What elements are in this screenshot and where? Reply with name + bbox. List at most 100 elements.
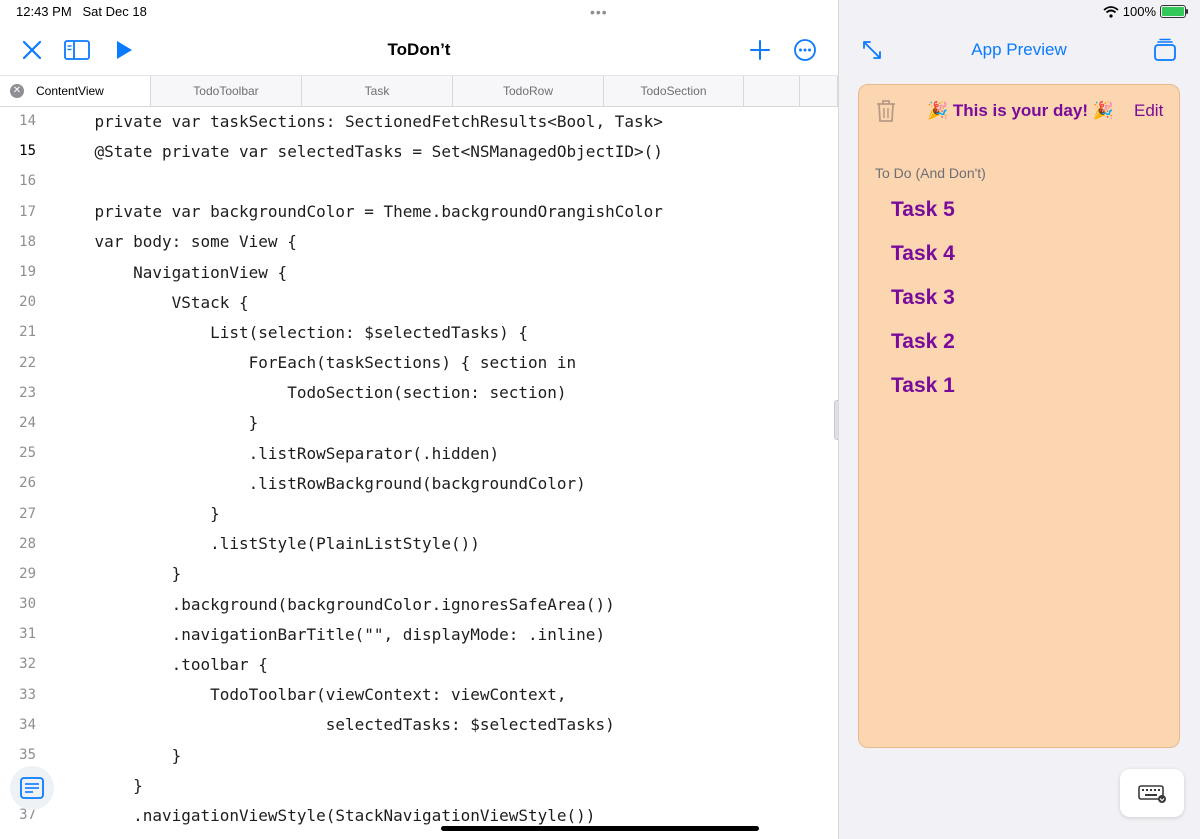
- code-line[interactable]: 29 }: [0, 559, 838, 589]
- code-text[interactable]: NavigationView {: [36, 263, 287, 282]
- code-line[interactable]: 36 }: [0, 770, 838, 800]
- line-number: 14: [19, 113, 36, 130]
- code-line[interactable]: 28 .listStyle(PlainListStyle()): [0, 529, 838, 559]
- code-text[interactable]: private var backgroundColor = Theme.back…: [36, 202, 663, 221]
- status-time: 12:43 PM Sat Dec 18: [16, 4, 147, 19]
- app-preview-card: 🎉 This is your day! 🎉 Edit To Do (And Do…: [858, 84, 1180, 748]
- code-line[interactable]: 21 List(selection: $selectedTasks) {: [0, 317, 838, 347]
- code-line[interactable]: 14 private var taskSections: SectionedFe…: [0, 106, 838, 136]
- code-text[interactable]: .listStyle(PlainListStyle()): [36, 534, 480, 553]
- more-options-icon[interactable]: [790, 36, 820, 64]
- line-number: 16: [19, 173, 36, 190]
- line-number: 35: [19, 747, 36, 764]
- line-number: 32: [19, 656, 36, 673]
- code-line[interactable]: 19 NavigationView {: [0, 257, 838, 287]
- status-right: 100%: [1103, 4, 1188, 19]
- code-text[interactable]: }: [36, 564, 182, 583]
- tab-todosection[interactable]: TodoSection: [604, 76, 744, 106]
- code-line[interactable]: 33 TodoToolbar(viewContext: viewContext,: [0, 680, 838, 710]
- document-title: ToDon’t: [387, 40, 451, 59]
- code-line[interactable]: 24 }: [0, 408, 838, 438]
- code-line[interactable]: 18 var body: some View {: [0, 227, 838, 257]
- tab-empty[interactable]: [800, 76, 838, 106]
- task-row[interactable]: Task 5: [891, 198, 955, 222]
- code-text[interactable]: }: [36, 746, 182, 765]
- battery-icon: [1160, 5, 1188, 18]
- code-line[interactable]: 17 private var backgroundColor = Theme.b…: [0, 197, 838, 227]
- code-line[interactable]: 26 .listRowBackground(backgroundColor): [0, 468, 838, 498]
- line-number: 18: [19, 233, 36, 250]
- code-editor[interactable]: 14 private var taskSections: SectionedFe…: [0, 106, 838, 831]
- code-line[interactable]: 27 }: [0, 498, 838, 528]
- line-number: 34: [19, 716, 36, 733]
- code-line[interactable]: 15 @State private var selectedTasks = Se…: [0, 136, 838, 166]
- preview-title: App Preview: [971, 40, 1067, 59]
- code-line[interactable]: 34 selectedTasks: $selectedTasks): [0, 710, 838, 740]
- line-number: 25: [19, 445, 36, 462]
- file-tabs: ✕ ContentView TodoToolbar Task TodoRow T…: [0, 75, 838, 107]
- code-line[interactable]: 35 }: [0, 740, 838, 770]
- code-text[interactable]: VStack {: [36, 293, 249, 312]
- line-number: 22: [19, 354, 36, 371]
- code-text[interactable]: ForEach(taskSections) { section in: [36, 353, 577, 372]
- code-text[interactable]: @State private var selectedTasks = Set<N…: [36, 142, 663, 161]
- code-text[interactable]: List(selection: $selectedTasks) {: [36, 323, 528, 342]
- tab-empty[interactable]: [744, 76, 800, 106]
- code-text[interactable]: TodoSection(section: section): [36, 383, 566, 402]
- line-number: 21: [19, 324, 36, 341]
- code-text[interactable]: .listRowSeparator(.hidden): [36, 444, 499, 463]
- task-row[interactable]: Task 3: [891, 286, 955, 310]
- code-text[interactable]: var body: some View {: [36, 232, 297, 251]
- code-line[interactable]: 16: [0, 166, 838, 196]
- tab-task[interactable]: Task: [302, 76, 453, 106]
- line-number: 26: [19, 475, 36, 492]
- add-icon[interactable]: [746, 36, 774, 64]
- code-text[interactable]: .navigationBarTitle("", displayMode: .in…: [36, 625, 605, 644]
- code-text[interactable]: .toolbar {: [36, 655, 268, 674]
- tab-todotoolbar[interactable]: TodoToolbar: [151, 76, 302, 106]
- code-line[interactable]: 22 ForEach(taskSections) { section in: [0, 348, 838, 378]
- task-row[interactable]: Task 1: [891, 374, 955, 398]
- code-text[interactable]: .listRowBackground(backgroundColor): [36, 474, 586, 493]
- tab-close-icon[interactable]: ✕: [10, 84, 24, 98]
- window-stack-icon[interactable]: [1150, 36, 1180, 64]
- line-number: 17: [19, 203, 36, 220]
- code-line[interactable]: 23 TodoSection(section: section): [0, 378, 838, 408]
- line-number: 24: [19, 414, 36, 431]
- card-header-title: 🎉 This is your day! 🎉: [927, 101, 1114, 120]
- line-number: 27: [19, 505, 36, 522]
- multitasking-dots-icon[interactable]: •••: [590, 4, 608, 20]
- code-text[interactable]: }: [36, 504, 220, 523]
- line-number: 19: [19, 264, 36, 281]
- code-line[interactable]: 20 VStack {: [0, 287, 838, 317]
- code-text[interactable]: }: [36, 413, 259, 432]
- line-number: 31: [19, 626, 36, 643]
- tab-contentview[interactable]: ✕ ContentView: [0, 76, 151, 106]
- line-number: 29: [19, 565, 36, 582]
- code-text[interactable]: .navigationViewStyle(StackNavigationView…: [36, 806, 595, 825]
- code-line[interactable]: 31 .navigationBarTitle("", displayMode: …: [0, 619, 838, 649]
- keyboard-icon[interactable]: [1120, 769, 1184, 817]
- edit-button[interactable]: Edit: [1134, 101, 1163, 121]
- line-number: 15: [19, 143, 36, 160]
- code-text[interactable]: TodoToolbar(viewContext: viewContext,: [36, 685, 566, 704]
- line-number: 20: [19, 294, 36, 311]
- code-line[interactable]: 25 .listRowSeparator(.hidden): [0, 438, 838, 468]
- code-text[interactable]: private var taskSections: SectionedFetch…: [36, 112, 663, 131]
- code-text[interactable]: selectedTasks: $selectedTasks): [36, 715, 615, 734]
- code-line[interactable]: 32 .toolbar {: [0, 649, 838, 679]
- battery-percent: 100%: [1122, 4, 1156, 19]
- home-indicator[interactable]: [441, 826, 759, 831]
- snippet-library-icon[interactable]: [10, 766, 54, 810]
- code-text[interactable]: .background(backgroundColor.ignoresSafeA…: [36, 595, 615, 614]
- section-header: To Do (And Don't): [875, 165, 986, 181]
- line-number: 30: [19, 596, 36, 613]
- tab-todorow[interactable]: TodoRow: [453, 76, 604, 106]
- trash-icon[interactable]: [875, 99, 897, 128]
- code-line[interactable]: 30 .background(backgroundColor.ignoresSa…: [0, 589, 838, 619]
- task-row[interactable]: Task 4: [891, 242, 955, 266]
- wifi-icon: [1103, 5, 1119, 18]
- line-number: 33: [19, 686, 36, 703]
- task-row[interactable]: Task 2: [891, 330, 955, 354]
- editor-pane: 12:43 PM Sat Dec 18 ••• ToDon’t ✕ Conten…: [0, 0, 842, 839]
